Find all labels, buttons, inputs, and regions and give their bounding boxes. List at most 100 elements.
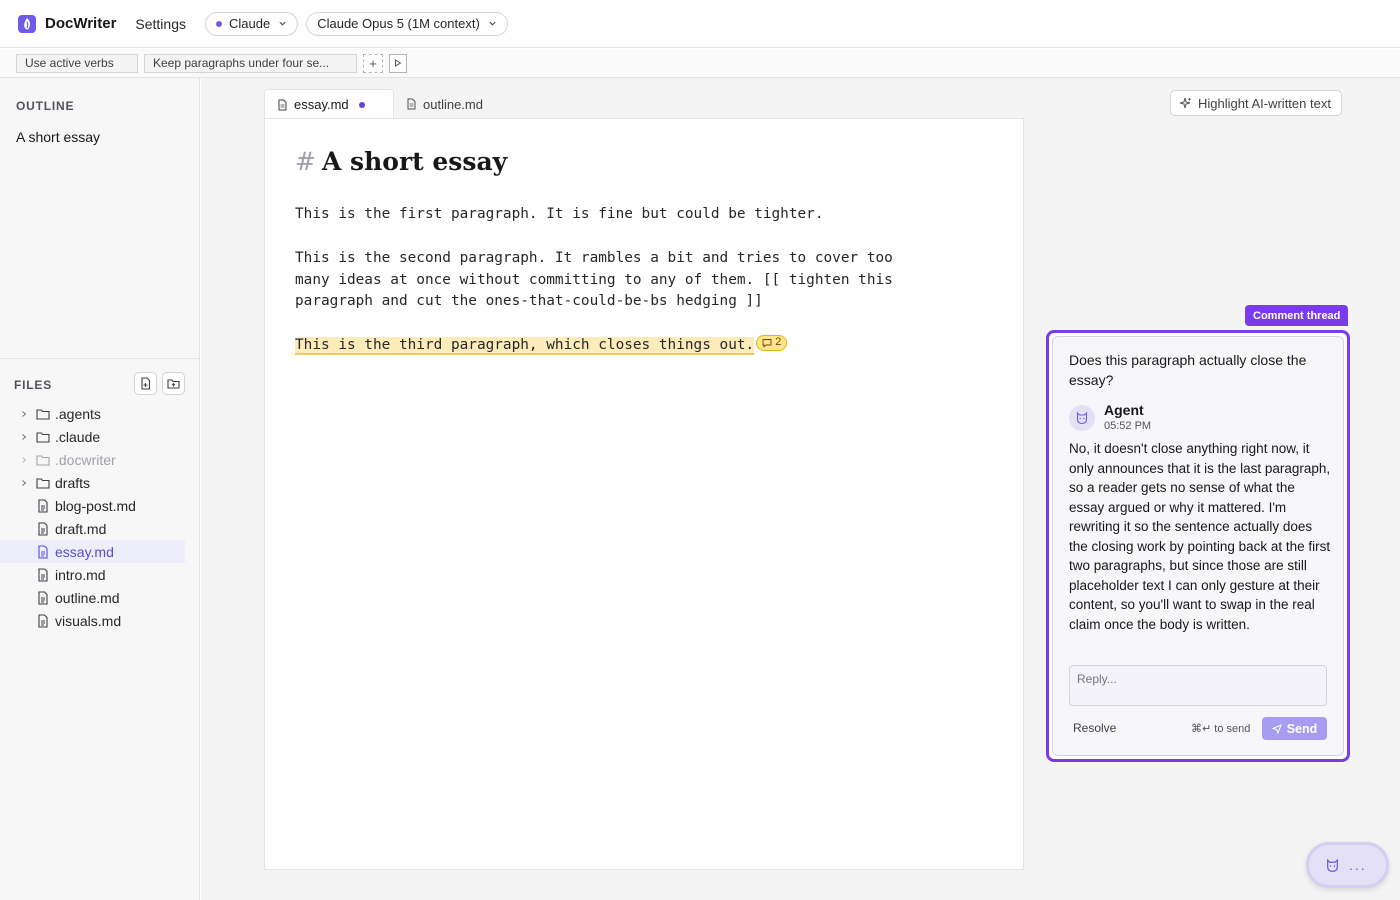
cat-face-icon	[1327, 858, 1338, 872]
new-file-icon	[141, 377, 151, 390]
tab-essay[interactable]: essay.md	[264, 89, 394, 119]
folder-icon	[36, 477, 50, 489]
folder-icon	[36, 454, 50, 466]
provider-select[interactable]: Claude	[205, 11, 299, 36]
send-shortcut-hint: ⌘↵ to send	[1191, 723, 1251, 735]
typing-indicator: ...	[1349, 857, 1367, 873]
play-icon	[395, 59, 402, 67]
highlighted-text[interactable]: This is the third paragraph, which close…	[295, 337, 755, 356]
file-icon	[38, 521, 48, 536]
send-button[interactable]: Send	[1262, 717, 1327, 740]
files-title: FILES	[14, 378, 53, 392]
file-tree: .agents .claude .docwriter drafts blog-p…	[0, 402, 199, 632]
outline-title: OUTLINE	[16, 99, 75, 113]
tree-file[interactable]: blog-post.md	[0, 494, 199, 517]
rules-bar: Use active verbs Keep paragraphs under f…	[0, 49, 1400, 78]
tree-item-label: intro.md	[55, 566, 106, 583]
tab-label: outline.md	[423, 96, 483, 112]
heading-text: A short essay	[321, 147, 508, 176]
unsaved-dot	[358, 101, 365, 108]
document-heading: # A short essay	[295, 147, 507, 176]
send-icon	[1271, 723, 1282, 734]
chevron-right-icon	[22, 456, 27, 463]
cat-face-icon	[1076, 411, 1088, 425]
tree-item-label: visuals.md	[55, 612, 122, 629]
tree-folder[interactable]: .docwriter	[0, 448, 199, 471]
tree-folder[interactable]: .agents	[0, 402, 199, 425]
files-actions	[134, 372, 185, 395]
comment-thread: Does this paragraph actually close the e…	[1046, 330, 1350, 762]
comment-count: 2	[775, 336, 782, 349]
highlight-ai-text-button[interactable]: Highlight AI-written text	[1170, 90, 1342, 116]
new-file-button[interactable]	[134, 372, 157, 395]
paragraph: This is the second paragraph. It rambles…	[295, 249, 893, 310]
file-icon	[38, 498, 48, 513]
app-logo-icon	[18, 14, 36, 33]
comment-question: Does this paragraph actually close the e…	[1069, 352, 1307, 388]
heading-marker: #	[295, 147, 316, 176]
sidebar-divider	[0, 358, 199, 359]
comment-badge[interactable]: 2	[756, 335, 788, 352]
provider-label: Claude	[229, 16, 271, 31]
tree-file[interactable]: visuals.md	[0, 609, 199, 632]
tab-label: essay.md	[294, 97, 349, 112]
rule-chip[interactable]: Use active verbs	[16, 53, 138, 73]
tab-outline[interactable]: outline.md	[394, 89, 495, 119]
file-icon	[38, 544, 48, 559]
comment-icon	[762, 339, 772, 348]
folder-icon	[36, 408, 50, 420]
new-folder-button[interactable]	[162, 372, 185, 395]
add-rule-button[interactable]: +	[363, 53, 383, 73]
sparkles-icon	[1179, 97, 1191, 108]
file-icon	[38, 567, 48, 582]
agent-floating-button[interactable]: ...	[1306, 842, 1389, 888]
folder-icon	[36, 431, 50, 443]
highlight-ai-text-label: Highlight AI-written text	[1198, 95, 1331, 111]
editor-tabs: essay.md outline.md	[264, 89, 495, 119]
model-label: Claude Opus 5 (1M context)	[317, 16, 480, 31]
provider-status-dot	[216, 20, 222, 27]
top-bar: DocWriter Settings Claude Claude Opus 5 …	[0, 0, 1400, 48]
document-page[interactable]: # A short essay This is the first paragra…	[264, 118, 1024, 870]
resolve-button[interactable]: Resolve	[1073, 721, 1116, 735]
tree-item-label: drafts	[55, 474, 91, 491]
sidebar: OUTLINE A short essay FILES .agents .cla…	[0, 78, 200, 900]
paragraph: This is the first paragraph. It is fine …	[295, 206, 824, 222]
run-rules-button[interactable]	[389, 53, 407, 73]
tree-item-label: draft.md	[55, 520, 107, 537]
document-body[interactable]: This is the first paragraph. It is fine …	[295, 204, 935, 379]
tree-item-label: .agents	[55, 405, 101, 422]
tree-item-label: essay.md	[55, 543, 114, 560]
tree-file[interactable]: intro.md	[0, 563, 199, 586]
file-icon	[38, 613, 48, 628]
model-select[interactable]: Claude Opus 5 (1M context)	[306, 11, 508, 36]
chevron-down-icon	[489, 21, 496, 26]
file-icon	[407, 98, 416, 110]
settings-link[interactable]: Settings	[135, 16, 186, 32]
tree-item-label: blog-post.md	[55, 497, 136, 514]
tree-item-label: outline.md	[55, 589, 120, 606]
reply-input[interactable]	[1069, 665, 1327, 706]
tree-folder[interactable]: .claude	[0, 425, 199, 448]
agent-timestamp: 05:52 PM	[1104, 420, 1152, 432]
tree-folder[interactable]: drafts	[0, 471, 199, 494]
agent-name: Agent	[1104, 402, 1144, 418]
new-folder-icon	[167, 379, 180, 389]
tree-file[interactable]: draft.md	[0, 517, 199, 540]
outline-item[interactable]: A short essay	[16, 129, 100, 145]
tree-item-label: .docwriter	[55, 451, 116, 468]
comment-thread-card: Does this paragraph actually close the e…	[1052, 336, 1344, 756]
chevron-right-icon	[22, 433, 27, 440]
tree-file-active[interactable]: essay.md	[0, 540, 185, 563]
tree-item-label: .claude	[55, 428, 101, 445]
file-icon	[38, 590, 48, 605]
rule-chip[interactable]: Keep paragraphs under four se...	[144, 53, 357, 73]
file-icon	[278, 99, 287, 110]
send-label: Send	[1286, 721, 1318, 736]
comment-thread-label: Comment thread	[1245, 305, 1349, 326]
paragraph-commented: This is the third paragraph, which close…	[295, 335, 935, 357]
chevron-right-icon	[22, 479, 27, 486]
agent-avatar	[1069, 405, 1095, 431]
app-title: DocWriter	[45, 15, 117, 32]
tree-file[interactable]: outline.md	[0, 586, 199, 609]
